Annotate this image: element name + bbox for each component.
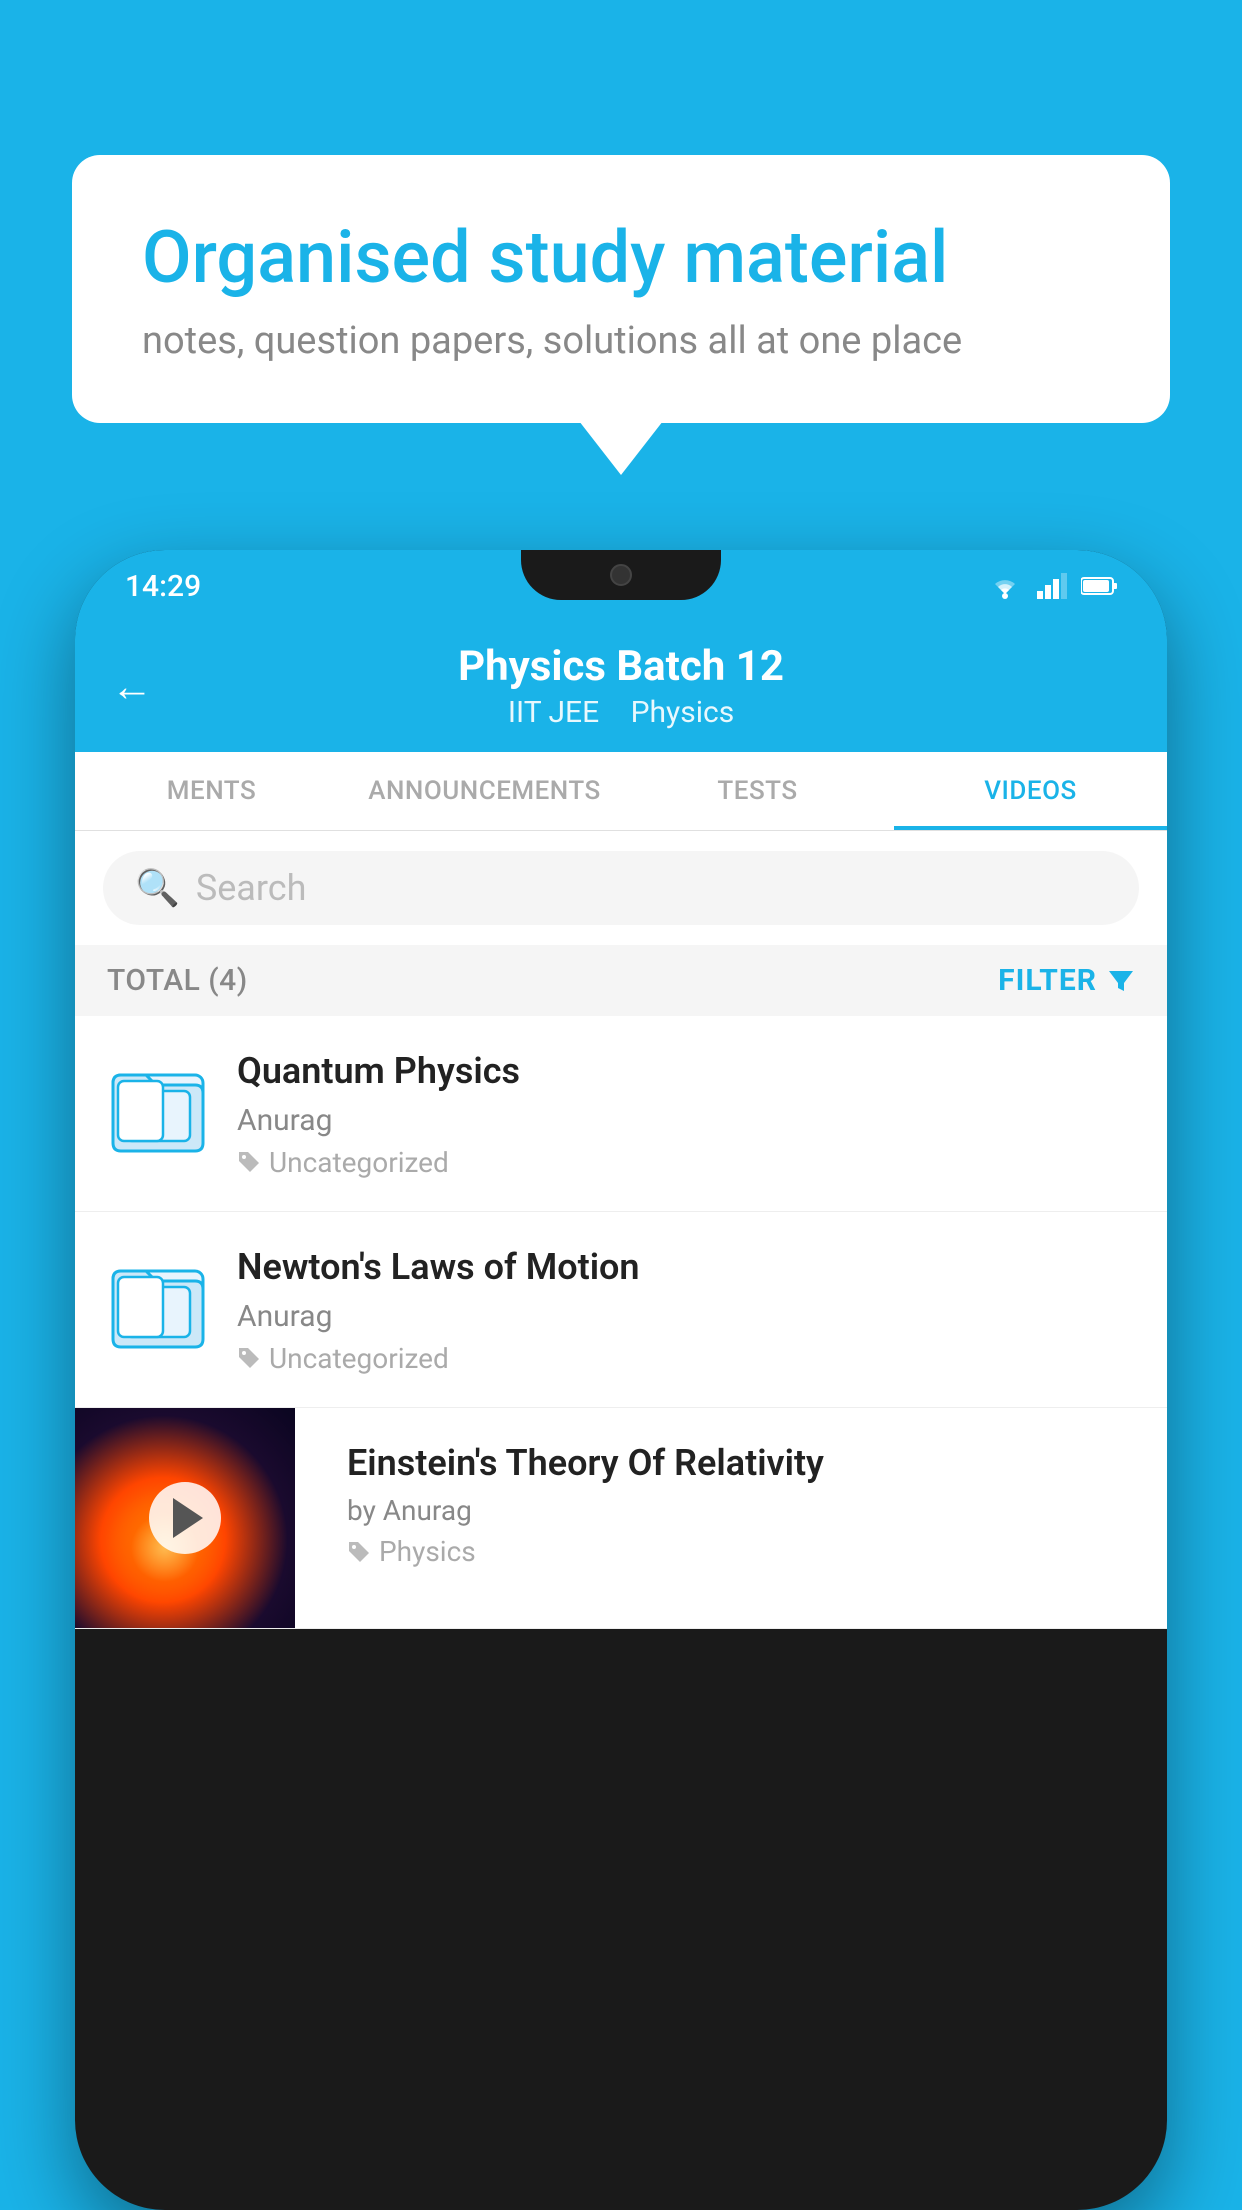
tag-label: Uncategorized — [269, 1146, 449, 1179]
video-title: Newton's Laws of Motion — [237, 1244, 1139, 1291]
tab-announcements[interactable]: ANNOUNCEMENTS — [348, 752, 621, 830]
status-bar: 14:29 — [75, 550, 1167, 622]
video-tag: Uncategorized — [237, 1342, 1139, 1375]
video-title: Einstein's Theory Of Relativity — [347, 1440, 1139, 1487]
app-title: Physics Batch 12 — [115, 642, 1127, 691]
video-list: Quantum Physics Anurag Uncategorized — [75, 1016, 1167, 1629]
filter-icon — [1107, 967, 1135, 995]
folder-icon — [108, 1053, 208, 1153]
list-item[interactable]: Einstein's Theory Of Relativity by Anura… — [75, 1408, 1167, 1629]
tabs-bar: MENTS ANNOUNCEMENTS TESTS VIDEOS — [75, 752, 1167, 831]
tab-videos[interactable]: VIDEOS — [894, 752, 1167, 830]
filter-label: FILTER — [998, 963, 1097, 998]
video-tag: Physics — [347, 1535, 1139, 1568]
video-tag: Uncategorized — [237, 1146, 1139, 1179]
list-item[interactable]: Quantum Physics Anurag Uncategorized — [75, 1016, 1167, 1212]
tag-label: Physics — [379, 1535, 476, 1568]
video-author: by Anurag — [347, 1494, 1139, 1527]
tab-tests[interactable]: TESTS — [621, 752, 894, 830]
filter-bar: TOTAL (4) FILTER — [75, 945, 1167, 1016]
search-box[interactable]: 🔍 Search — [103, 851, 1139, 925]
bubble-title: Organised study material — [142, 215, 1100, 301]
tab-ments[interactable]: MENTS — [75, 752, 348, 830]
camera-dot — [610, 564, 632, 586]
notch — [521, 550, 721, 600]
speech-bubble-container: Organised study material notes, question… — [72, 155, 1170, 423]
video-thumbnail-einstein — [75, 1408, 295, 1628]
list-item[interactable]: Newton's Laws of Motion Anurag Uncategor… — [75, 1212, 1167, 1408]
folder-icon — [108, 1249, 208, 1349]
video-title: Quantum Physics — [237, 1048, 1139, 1095]
filter-button[interactable]: FILTER — [998, 963, 1135, 998]
subtitle-part2: Physics — [631, 695, 735, 730]
video-info-quantum: Quantum Physics Anurag Uncategorized — [237, 1048, 1139, 1179]
video-info-einstein: Einstein's Theory Of Relativity by Anura… — [319, 1408, 1167, 1628]
wifi-icon — [987, 572, 1023, 600]
video-author: Anurag — [237, 1299, 1139, 1334]
status-time: 14:29 — [125, 569, 201, 604]
search-placeholder: Search — [196, 867, 307, 909]
tag-icon — [237, 1150, 261, 1174]
subtitle-part1: IIT JEE — [508, 695, 599, 730]
tag-icon — [347, 1540, 371, 1564]
bubble-subtitle: notes, question papers, solutions all at… — [142, 319, 1100, 363]
play-triangle-icon — [173, 1498, 203, 1538]
search-container: 🔍 Search — [75, 831, 1167, 945]
speech-bubble: Organised study material notes, question… — [72, 155, 1170, 423]
tag-label: Uncategorized — [269, 1342, 449, 1375]
app-header: ← Physics Batch 12 IIT JEE Physics — [75, 622, 1167, 752]
video-thumb-newton — [103, 1244, 213, 1354]
battery-icon — [1081, 576, 1117, 596]
search-icon: 🔍 — [135, 867, 180, 909]
total-count: TOTAL (4) — [107, 963, 248, 998]
video-thumb-quantum — [103, 1048, 213, 1158]
phone-frame: 14:29 ← Ph — [75, 550, 1167, 2210]
video-author: Anurag — [237, 1103, 1139, 1138]
play-button[interactable] — [149, 1482, 221, 1554]
tag-icon — [237, 1346, 261, 1370]
app-subtitle: IIT JEE Physics — [115, 695, 1127, 730]
signal-icon — [1037, 573, 1067, 599]
video-info-newton: Newton's Laws of Motion Anurag Uncategor… — [237, 1244, 1139, 1375]
back-button[interactable]: ← — [111, 663, 153, 712]
status-icons — [987, 572, 1117, 600]
